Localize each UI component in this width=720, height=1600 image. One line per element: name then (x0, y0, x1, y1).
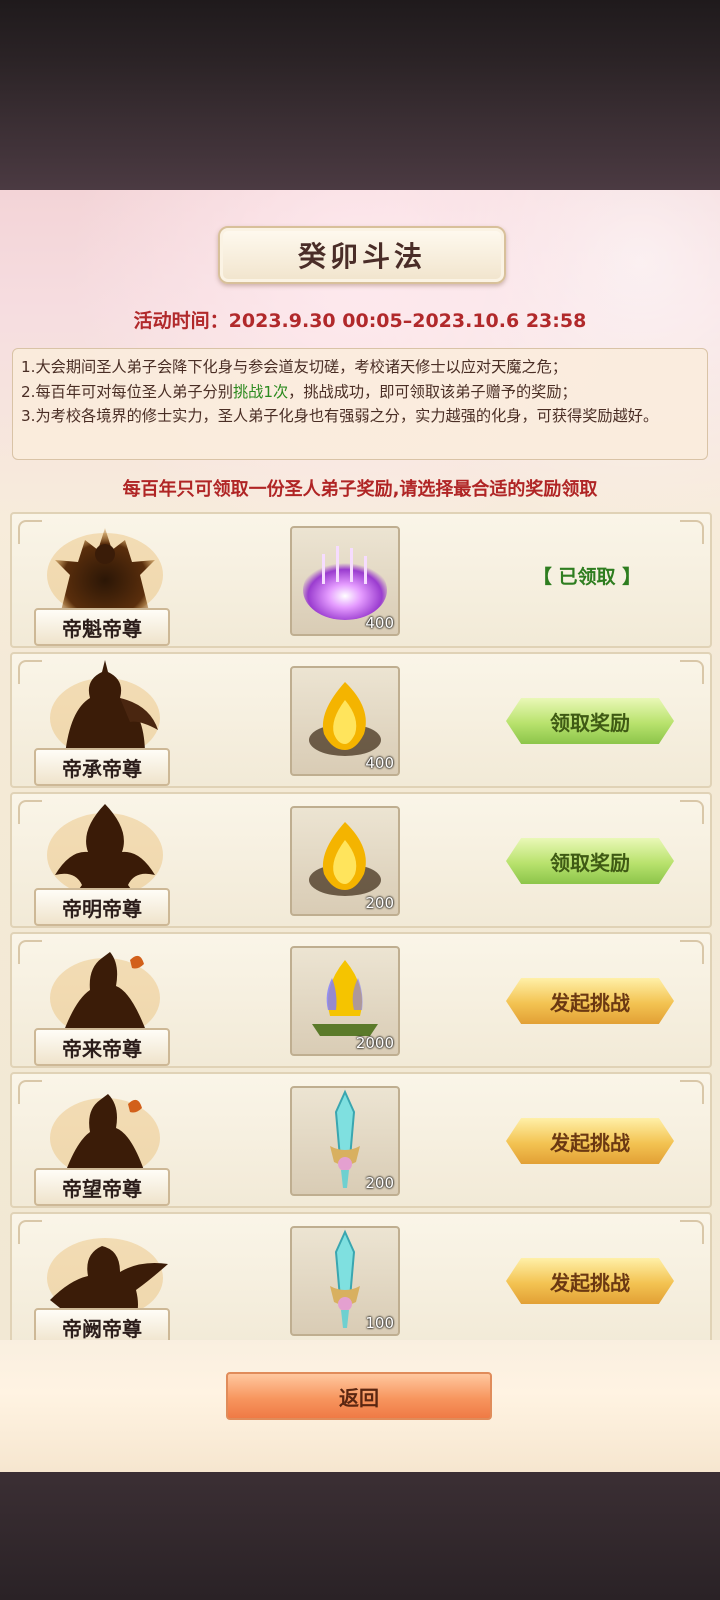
start-challenge-button[interactable]: 发起挑战 (506, 1258, 674, 1304)
reward-item-slot[interactable]: 100 (290, 1226, 400, 1336)
event-time-value: 2023.9.30 00:05–2023.10.6 23:58 (228, 310, 587, 332)
start-challenge-button[interactable]: 发起挑战 (506, 978, 674, 1024)
reward-quantity: 200 (365, 894, 394, 912)
claim-reward-button[interactable]: 领取奖励 (506, 838, 674, 884)
reward-quantity: 400 (365, 754, 394, 772)
disciple-name: 帝来帝尊 (62, 1036, 142, 1061)
reward-quantity: 200 (365, 1174, 394, 1192)
disciple-list[interactable]: 帝魁帝尊 400 【 已领取 】 帝承帝尊 400 领取奖励 帝明帝尊 200 … (10, 512, 712, 1472)
reward-quantity: 100 (365, 1314, 394, 1332)
disciple-name-tag: 帝明帝尊 (34, 888, 170, 926)
claim-reward-button[interactable]: 领取奖励 (506, 698, 674, 744)
disciple-silhouette-icon (50, 952, 160, 1038)
rule-line-2: 2.每百年可对每位圣人弟子分别挑战1次，挑战成功，即可领取该弟子赠予的奖励； (21, 380, 699, 405)
rules-box: 1.大会期间圣人弟子会降下化身与参会道友切磋，考校诸天修士以应对天魔之危； 2.… (12, 348, 708, 460)
rule-line-3: 3.为考校各境界的修士实力，圣人弟子化身也有强弱之分，实力越强的化身，可获得奖励… (21, 407, 659, 425)
event-panel: 癸卯斗法 活动时间：2023.9.30 00:05–2023.10.6 23:5… (0, 190, 720, 1472)
start-challenge-button[interactable]: 发起挑战 (506, 1118, 674, 1164)
reward-notice: 每百年只可领取一份圣人弟子奖励,请选择最合适的奖励领取 (122, 479, 598, 500)
disciple-row: 帝阙帝尊 100 发起挑战 (10, 1212, 712, 1348)
disciple-silhouette-icon (47, 1238, 168, 1318)
disciple-name-tag: 帝望帝尊 (34, 1168, 170, 1206)
back-button[interactable]: 返回 (226, 1372, 492, 1420)
disciple-name: 帝魁帝尊 (62, 616, 142, 641)
disciple-name-tag: 帝魁帝尊 (34, 608, 170, 646)
disciple-name: 帝明帝尊 (62, 896, 142, 921)
rule-line-2-highlight: 挑战1次 (232, 382, 289, 401)
disciple-row: 帝明帝尊 200 领取奖励 (10, 792, 712, 928)
event-title: 癸卯斗法 (297, 240, 426, 273)
reward-quantity: 400 (365, 614, 394, 632)
claimed-status: 【 已领取 】 (532, 566, 642, 588)
reward-item-slot[interactable]: 400 (290, 666, 400, 776)
event-title-plate: 癸卯斗法 (218, 226, 506, 284)
rule-line-2-prefix: 2.每百年可对每位圣人弟子分别 (21, 382, 233, 401)
disciple-silhouette-icon (47, 804, 163, 897)
disciple-name: 帝望帝尊 (62, 1176, 142, 1201)
reward-item-slot[interactable]: 2000 (290, 946, 400, 1056)
disciple-row: 帝望帝尊 200 发起挑战 (10, 1072, 712, 1208)
disciple-silhouette-icon (50, 660, 160, 758)
disciple-row: 帝魁帝尊 400 【 已领取 】 (10, 512, 712, 648)
event-time: 活动时间：2023.9.30 00:05–2023.10.6 23:58 (0, 306, 720, 333)
disciple-name: 帝阙帝尊 (62, 1316, 142, 1341)
reward-item-slot[interactable]: 200 (290, 806, 400, 916)
reward-item-slot[interactable]: 400 (290, 526, 400, 636)
disciple-row: 帝承帝尊 400 领取奖励 (10, 652, 712, 788)
disciple-silhouette-icon (50, 1094, 160, 1178)
rule-line-2-suffix: ，挑战成功，即可领取该弟子赠予的奖励； (288, 382, 577, 401)
event-time-label: 活动时间： (133, 310, 229, 332)
disciple-name: 帝承帝尊 (62, 756, 142, 781)
reward-quantity: 2000 (355, 1034, 394, 1052)
rule-line-1: 1.大会期间圣人弟子会降下化身与参会道友切磋，考校诸天修士以应对天魔之危； (21, 358, 568, 376)
reward-item-slot[interactable]: 200 (290, 1086, 400, 1196)
disciple-name-tag: 帝来帝尊 (34, 1028, 170, 1066)
disciple-row: 帝来帝尊 2000 发起挑战 (10, 932, 712, 1068)
disciple-name-tag: 帝承帝尊 (34, 748, 170, 786)
disciple-silhouette-icon (47, 528, 163, 617)
